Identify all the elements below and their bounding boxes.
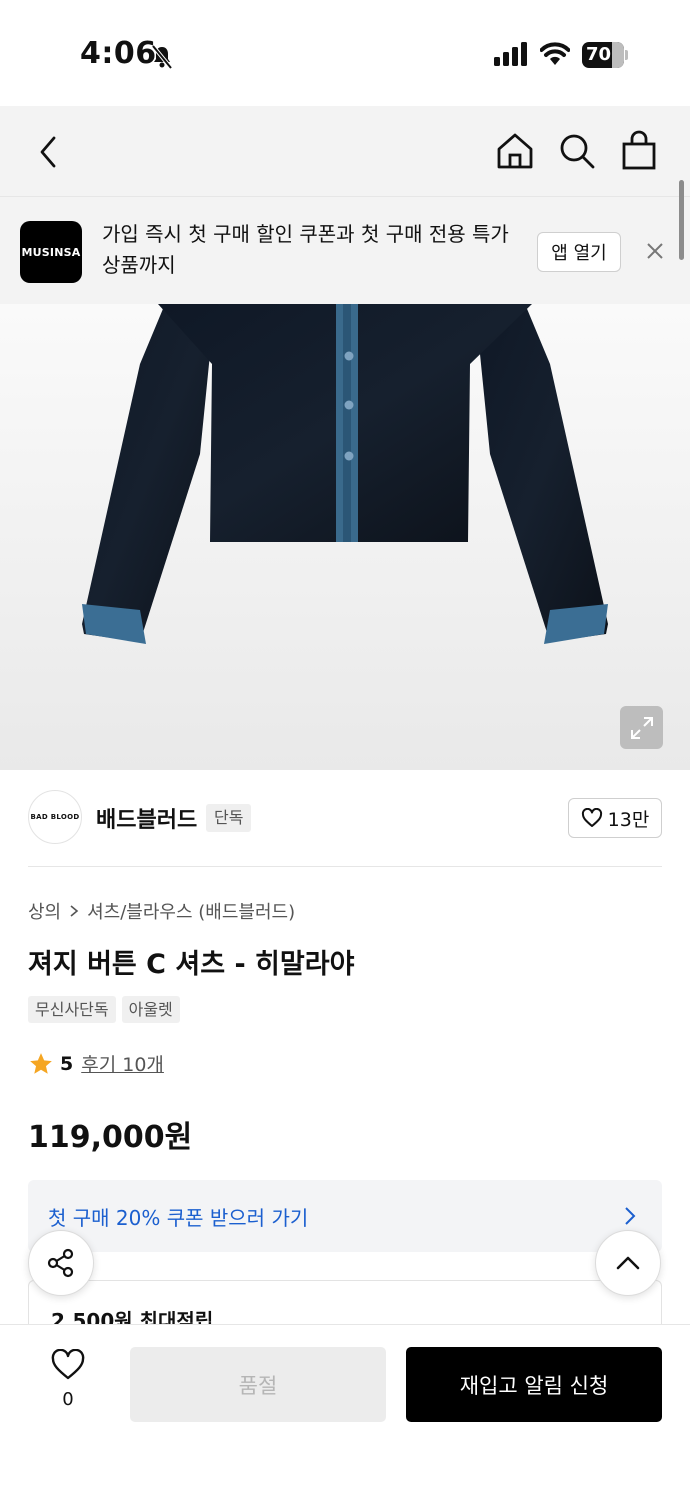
brand-row: BAD BLOOD 배드블러드 단독 13만 [28,790,662,846]
shopping-bag-icon[interactable] [620,130,658,170]
heart-icon [51,1348,85,1380]
rating-score: 5 [60,1052,74,1075]
expand-icon [630,716,653,739]
wishlist-button[interactable]: 0 [40,1348,96,1410]
breadcrumb: 상의 셔츠/블라우스 (배드블러드) [28,898,295,924]
bell-muted-icon [151,44,173,70]
close-icon[interactable] [645,241,665,261]
tag-outlet: 아울렛 [121,996,180,1023]
search-icon[interactable] [558,132,596,170]
status-bar: 4:06 70 [0,0,690,106]
chevron-right-icon [70,905,79,917]
brand-like-button[interactable]: 13만 [568,798,662,838]
heart-icon [581,808,602,827]
sold-out-button[interactable]: 품절 [130,1347,386,1422]
battery-level: 70 [586,44,612,65]
wishlist-count: 0 [62,1389,74,1410]
divider [28,866,662,867]
status-time: 4:06 [80,36,157,71]
product-image[interactable] [0,304,690,770]
expand-image-button[interactable] [620,706,663,749]
product-tags: 무신사단독 아울렛 [28,996,180,1023]
signal-icon [494,42,527,66]
shirt-image [82,304,608,644]
tag-exclusive: 무신사단독 [28,996,116,1023]
brand-like-count: 13만 [607,808,650,831]
brand-logo[interactable]: BAD BLOOD [28,790,82,844]
scroll-to-top-button[interactable] [595,1230,661,1296]
back-icon[interactable] [34,134,62,170]
battery-indicator: 70 [582,42,628,68]
chevron-up-icon [616,1256,640,1270]
first-purchase-coupon-banner[interactable]: 첫 구매 20% 쿠폰 받으러 가기 [28,1180,662,1252]
brand-name[interactable]: 배드블러드 [96,802,197,834]
breadcrumb-category[interactable]: 상의 [28,898,61,924]
star-icon [30,1052,52,1074]
restock-alert-button[interactable]: 재입고 알림 신청 [406,1347,662,1422]
share-button[interactable] [28,1230,94,1296]
coupon-text: 첫 구매 20% 쿠폰 받으러 가기 [48,1206,309,1230]
product-title: 져지 버튼 C 셔츠 - 히말라야 [28,949,355,980]
chevron-right-icon [625,1207,636,1225]
product-price: 119,000원 [28,1120,193,1155]
rating-row: 5 후기 10개 [28,1050,164,1077]
scrollbar[interactable] [679,180,684,260]
bottom-action-bar: 0 품절 재입고 알림 신청 [0,1324,690,1500]
app-promo-banner: MUSINSA 가입 즉시 첫 구매 할인 쿠폰과 첫 구매 전용 특가 상품까… [0,196,690,304]
share-icon [47,1248,74,1278]
reviews-link[interactable]: 후기 10개 [81,1050,164,1077]
promo-message: 가입 즉시 첫 구매 할인 쿠폰과 첫 구매 전용 특가 상품까지 [102,222,509,277]
musinsa-logo: MUSINSA [20,221,82,283]
home-icon[interactable] [496,132,534,170]
breadcrumb-subcategory[interactable]: 셔츠/블라우스 (배드블러드) [87,898,295,924]
wifi-icon [540,42,570,65]
exclusive-badge: 단독 [206,804,252,832]
open-app-button[interactable]: 앱 열기 [537,232,621,272]
top-nav-bar [0,106,690,196]
